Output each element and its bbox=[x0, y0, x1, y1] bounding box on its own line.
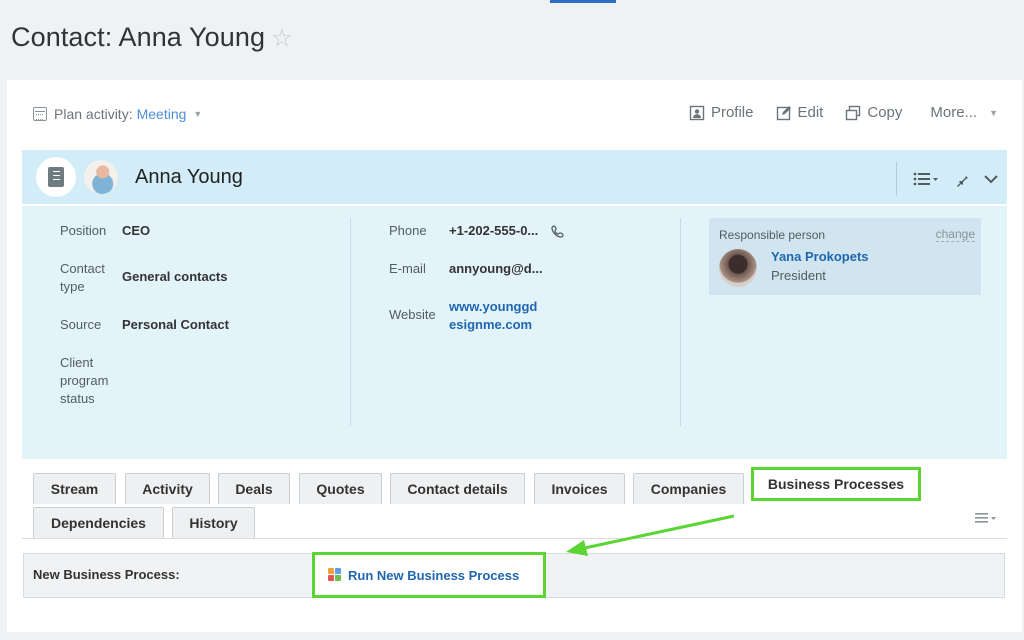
phone-label: Phone bbox=[389, 223, 427, 238]
phone-call-icon[interactable] bbox=[551, 225, 564, 238]
tab-contact-details[interactable]: Contact details bbox=[390, 473, 525, 504]
calendar-icon bbox=[33, 107, 47, 121]
toolbar-actions: Profile Edit Copy More... ▼ bbox=[689, 104, 998, 121]
profile-label: Profile bbox=[710, 104, 754, 121]
business-process-row: New Business Process: Run New Business P… bbox=[23, 552, 1005, 598]
email-value[interactable]: annyoung@d... bbox=[449, 260, 569, 278]
pin-icon[interactable] bbox=[953, 171, 969, 187]
tab-invoices[interactable]: Invoices bbox=[534, 473, 625, 504]
page-title: Contact: Anna Young ☆ bbox=[11, 22, 293, 53]
header-tools bbox=[896, 162, 999, 196]
copy-button[interactable]: Copy bbox=[845, 104, 902, 121]
more-label: More... bbox=[930, 104, 978, 121]
details-column-contacts: Phone +1-202-555-0... E-mail annyoung@d.… bbox=[350, 218, 680, 426]
edit-icon bbox=[776, 105, 791, 120]
tab-dependencies[interactable]: Dependencies bbox=[33, 507, 164, 538]
contact-avatar bbox=[84, 160, 118, 194]
edit-button[interactable]: Edit bbox=[776, 104, 824, 121]
details-column-responsible: Responsible person change Yana Prokopets… bbox=[680, 218, 1007, 426]
tabs-menu-icon[interactable] bbox=[975, 512, 997, 524]
client-program-label: Client program status bbox=[60, 355, 109, 406]
list-settings-icon[interactable] bbox=[913, 171, 939, 187]
new-business-process-label: New Business Process: bbox=[33, 567, 180, 582]
position-value: CEO bbox=[122, 223, 151, 238]
chevron-down-icon[interactable]: ▼ bbox=[193, 109, 202, 119]
email-label: E-mail bbox=[389, 261, 426, 276]
website-label: Website bbox=[389, 307, 436, 322]
responsible-position: President bbox=[771, 268, 826, 283]
responsible-name[interactable]: Yana Prokopets bbox=[771, 249, 869, 264]
responsible-label: Responsible person bbox=[719, 228, 826, 242]
plan-activity-label: Plan activity: bbox=[54, 106, 133, 122]
plan-activity[interactable]: Plan activity: Meeting ▼ bbox=[33, 106, 202, 122]
tab-quotes[interactable]: Quotes bbox=[299, 473, 382, 504]
more-button[interactable]: More... ▼ bbox=[930, 104, 998, 121]
source-label: Source bbox=[60, 317, 102, 332]
plan-activity-value[interactable]: Meeting bbox=[137, 106, 187, 122]
tab-business-processes[interactable]: Business Processes bbox=[751, 467, 921, 501]
toolbar: Plan activity: Meeting ▼ Profile Edit Co… bbox=[7, 80, 1022, 148]
collapse-chevron-icon[interactable] bbox=[983, 171, 999, 187]
website-link[interactable]: www.younggd esignme.com bbox=[449, 298, 545, 334]
tab-companies[interactable]: Companies bbox=[633, 473, 744, 504]
phone-value[interactable]: +1-202-555-0... bbox=[449, 222, 559, 240]
page-title-text: Contact: Anna Young bbox=[11, 22, 266, 52]
contact-card: Plan activity: Meeting ▼ Profile Edit Co… bbox=[7, 80, 1022, 632]
responsible-person-box: Responsible person change Yana Prokopets… bbox=[709, 218, 981, 295]
contact-name: Anna Young bbox=[135, 166, 243, 188]
contact-type-label: Contact type bbox=[60, 261, 105, 294]
edit-label: Edit bbox=[797, 104, 824, 121]
responsible-avatar[interactable] bbox=[719, 249, 757, 287]
favorite-star-icon[interactable]: ☆ bbox=[271, 25, 293, 52]
profile-button[interactable]: Profile bbox=[689, 104, 754, 121]
run-business-process-button[interactable]: Run New Business Process bbox=[312, 552, 546, 598]
address-book-icon bbox=[36, 157, 76, 197]
contact-header: Anna Young bbox=[22, 150, 1007, 205]
position-label: Position bbox=[60, 223, 107, 238]
change-responsible-link[interactable]: change bbox=[935, 227, 975, 242]
run-business-process-label: Run New Business Process bbox=[348, 567, 520, 583]
tab-activity[interactable]: Activity bbox=[125, 473, 210, 504]
business-process-icon bbox=[328, 568, 342, 582]
contact-details: Position CEO Contact type General contac… bbox=[22, 206, 1007, 459]
profile-icon bbox=[689, 105, 705, 120]
tab-stream[interactable]: Stream bbox=[33, 473, 116, 504]
tab-bar: Stream Activity Deals Quotes Contact det… bbox=[22, 467, 1007, 539]
copy-icon bbox=[846, 105, 861, 120]
copy-label: Copy bbox=[867, 104, 903, 121]
tab-deals[interactable]: Deals bbox=[218, 473, 290, 504]
tab-history[interactable]: History bbox=[172, 507, 255, 538]
top-indicator bbox=[550, 0, 616, 3]
source-value: Personal Contact bbox=[122, 317, 229, 332]
divider bbox=[896, 162, 897, 196]
chevron-down-icon: ▼ bbox=[989, 107, 998, 118]
contact-type-value: General contacts bbox=[122, 269, 228, 284]
